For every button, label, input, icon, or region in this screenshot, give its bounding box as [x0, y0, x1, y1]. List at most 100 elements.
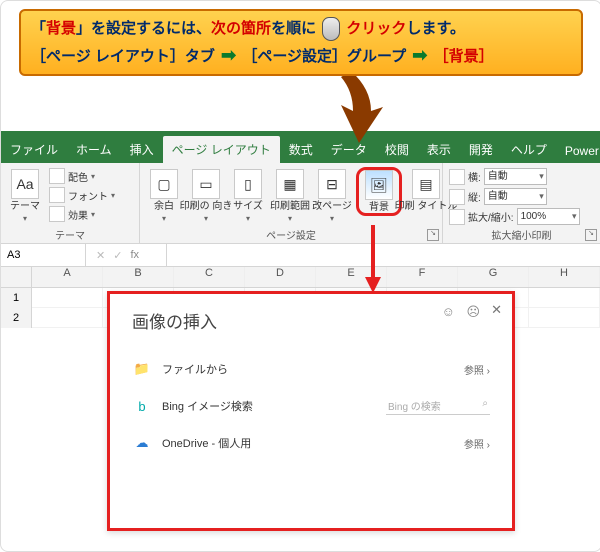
- bing-search-row[interactable]: b Bing イメージ検索 Bing の検索 ⌕: [132, 387, 490, 425]
- instruction-callout: 「背景」を設定するには、次の箇所を順に クリックします。 ［ページ レイアウト］…: [19, 9, 583, 76]
- scale-row: 拡大/縮小:100%: [449, 208, 594, 225]
- colors-button[interactable]: 配色▾: [49, 168, 115, 184]
- tab-view[interactable]: 表示: [418, 136, 460, 163]
- text: を順に: [271, 20, 316, 37]
- themes-icon: Aa: [11, 169, 39, 199]
- chevron-down-icon: ▾: [91, 210, 95, 219]
- tab-insert[interactable]: 挿入: [121, 136, 163, 163]
- effects-button[interactable]: 効果▾: [49, 206, 115, 222]
- cancel-icon[interactable]: ✕: [96, 249, 105, 262]
- ribbon: Aa テーマ ▾ 配色▾ フォント▾ 効果▾ テーマ ▢余白▾ ▭印刷の 向き▾…: [1, 163, 600, 244]
- width-combo[interactable]: 自動: [484, 168, 547, 185]
- tab-power-pivot[interactable]: Power Pivot: [556, 139, 600, 163]
- label: サイズ: [233, 201, 263, 212]
- effects-icon: [49, 206, 65, 222]
- text: します。: [406, 20, 465, 37]
- print-area-icon: ▦: [276, 169, 304, 199]
- row-header[interactable]: 2: [1, 308, 32, 328]
- chevron-down-icon: ▾: [204, 214, 208, 223]
- folder-icon: 📁: [132, 361, 152, 377]
- scale-spinner[interactable]: 100%: [517, 208, 580, 225]
- onedrive-row[interactable]: ☁ OneDrive - 個人用 参照 ›: [132, 425, 490, 461]
- onedrive-icon: ☁: [132, 435, 152, 451]
- breaks-button[interactable]: ⊟改ページ▾: [314, 167, 350, 225]
- size-button[interactable]: ▯サイズ▾: [230, 167, 266, 225]
- text-highlight: 背景: [46, 20, 76, 37]
- name-box[interactable]: A3: [1, 244, 86, 266]
- col-header[interactable]: H: [529, 267, 600, 287]
- group-page-setup: ▢余白▾ ▭印刷の 向き▾ ▯サイズ▾ ▦印刷範囲▾ ⊟改ページ▾ 🖼背景 ▤印…: [140, 163, 443, 243]
- ribbon-tabs: ファイル ホーム 挿入 ページ レイアウト 数式 データ 校閲 表示 開発 ヘル…: [1, 137, 600, 163]
- dialog-launcher-button[interactable]: ↘: [585, 229, 597, 241]
- enter-icon[interactable]: ✓: [113, 249, 122, 262]
- bing-icon: b: [132, 398, 152, 414]
- print-area-button[interactable]: ▦印刷範囲▾: [272, 167, 308, 225]
- col-header[interactable]: B: [103, 267, 174, 287]
- chevron-down-icon: ▾: [246, 214, 250, 223]
- bing-search-input[interactable]: Bing の検索 ⌕: [386, 397, 490, 415]
- step-2: ［ページ設定］グループ: [242, 48, 406, 65]
- row-header[interactable]: 1: [1, 288, 32, 308]
- fx-icon[interactable]: fx: [130, 249, 139, 261]
- arrow-icon: ➡: [412, 45, 427, 65]
- orientation-button[interactable]: ▭印刷の 向き▾: [188, 167, 224, 225]
- group-scale-to-fit: 横:自動 縦:自動 拡大/縮小:100% 拡大縮小印刷 ↘: [443, 163, 600, 243]
- label: 配色: [68, 169, 88, 184]
- height-row: 縦:自動: [449, 188, 594, 205]
- chevron-down-icon: ▾: [23, 214, 27, 223]
- col-header[interactable]: G: [458, 267, 529, 287]
- width-icon: [449, 169, 465, 185]
- chevron-down-icon: ▾: [162, 214, 166, 223]
- tab-home[interactable]: ホーム: [67, 136, 121, 163]
- col-header[interactable]: C: [174, 267, 245, 287]
- dialog-launcher-button[interactable]: ↘: [427, 229, 439, 241]
- formula-bar: A3 ✕ ✓ fx: [1, 244, 600, 267]
- label: テーマ: [10, 201, 40, 212]
- browse-link[interactable]: 参照 ›: [464, 362, 490, 377]
- cell[interactable]: [32, 288, 103, 308]
- fx-area: ✕ ✓ fx: [86, 244, 167, 266]
- insert-image-dialog: ✕ ☺ ☹ 画像の挿入 📁 ファイルから 参照 › b Bing イメージ検索 …: [107, 291, 515, 531]
- scale-icon: [449, 209, 465, 225]
- margins-button[interactable]: ▢余白▾: [146, 167, 182, 225]
- col-header[interactable]: F: [387, 267, 458, 287]
- print-titles-button[interactable]: ▤印刷 タイトル: [408, 167, 444, 214]
- from-file-row[interactable]: 📁 ファイルから 参照 ›: [132, 351, 490, 387]
- group-label: ページ設定: [140, 227, 442, 242]
- close-button[interactable]: ✕: [491, 302, 502, 318]
- group-label: テーマ: [1, 227, 139, 242]
- col-header[interactable]: D: [245, 267, 316, 287]
- cell[interactable]: [529, 308, 600, 328]
- colors-icon: [49, 168, 65, 184]
- step-1: ［ページ レイアウト］タブ: [31, 48, 215, 65]
- red-arrow-icon: [363, 225, 383, 295]
- group-label: 拡大縮小印刷: [443, 227, 600, 242]
- background-icon: 🖼: [365, 170, 393, 200]
- feedback-icons[interactable]: ☺ ☹: [442, 304, 484, 320]
- search-icon[interactable]: ⌕: [482, 398, 488, 413]
- tab-page-layout[interactable]: ページ レイアウト: [163, 136, 280, 163]
- chevron-down-icon: ▾: [111, 191, 115, 200]
- cell[interactable]: [32, 308, 103, 328]
- height-combo[interactable]: 自動: [484, 188, 547, 205]
- themes-button[interactable]: Aa テーマ ▾: [7, 167, 43, 225]
- col-header[interactable]: A: [32, 267, 103, 287]
- label: 縦:: [468, 189, 481, 204]
- arrow-icon: ➡: [221, 45, 236, 65]
- group-themes: Aa テーマ ▾ 配色▾ フォント▾ 効果▾ テーマ: [1, 163, 140, 243]
- label: 背景: [369, 202, 389, 213]
- text-highlight: クリック: [346, 20, 406, 37]
- browse-link[interactable]: 参照 ›: [464, 436, 490, 451]
- tab-developer[interactable]: 開発: [460, 136, 502, 163]
- label: 余白: [154, 201, 174, 212]
- tab-help[interactable]: ヘルプ: [502, 136, 556, 163]
- label: ファイルから: [162, 361, 464, 377]
- cell[interactable]: [529, 288, 600, 308]
- breaks-icon: ⊟: [318, 169, 346, 199]
- text: 」を設定するには、: [76, 20, 211, 37]
- dialog-title: 画像の挿入: [132, 308, 490, 333]
- select-all-corner[interactable]: [1, 267, 32, 287]
- fonts-button[interactable]: フォント▾: [49, 187, 115, 203]
- tab-file[interactable]: ファイル: [1, 136, 67, 163]
- placeholder: Bing の検索: [388, 398, 441, 413]
